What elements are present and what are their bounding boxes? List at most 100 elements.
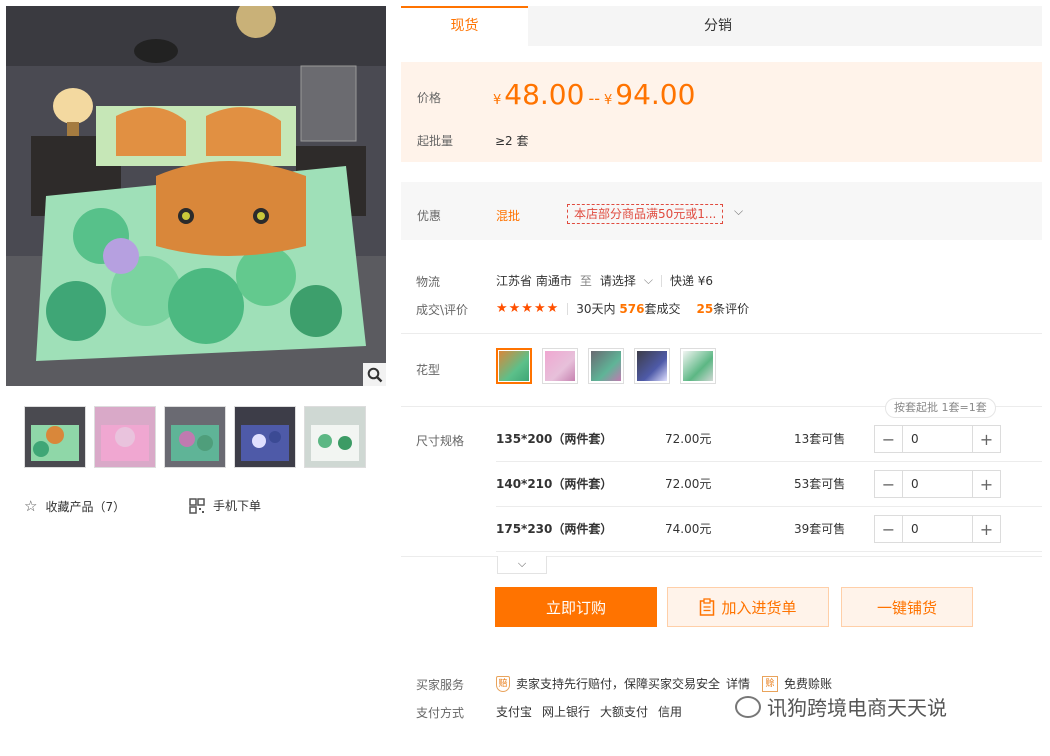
pattern-swatch-2[interactable] [542, 348, 578, 384]
sku-price: 72.00元 [665, 432, 712, 446]
quantity-input[interactable]: 0 [902, 471, 973, 497]
ship-to-word: 至 [579, 274, 592, 288]
quantity-stepper: − 0 + [874, 515, 1001, 543]
tab-distribution[interactable]: 分销 [528, 6, 1042, 46]
chevron-down-icon: ⌵ [517, 557, 527, 570]
guarantee-text: 卖家支持先行赔付，保障买家交易安全 [516, 677, 721, 691]
deals-text[interactable]: 30天内 576套成交 [576, 300, 680, 317]
shield-icon: 赔 [496, 675, 510, 692]
reviews-count: 25 [696, 302, 714, 316]
increment-button[interactable]: + [973, 516, 1000, 542]
quantity-stepper: − 0 + [874, 470, 1001, 498]
gallery-actions: ☆ 收藏产品（7） 手机下单 [24, 497, 384, 517]
logistics-line: 江苏省 南通市 至 请选择 ⌵ 快递 ¥6 [496, 272, 713, 289]
reviews-suffix: 条评价 [713, 302, 750, 316]
sku-name: 175*230（两件套） [496, 522, 613, 536]
chevron-down-icon[interactable]: ⌵ [734, 204, 743, 219]
increment-button[interactable]: + [973, 471, 1000, 497]
coupon-tag[interactable]: 本店部分商品满50元或1... [567, 204, 724, 224]
watermark: 讯狗跨境电商天天说 [735, 692, 947, 721]
decrement-button[interactable]: − [875, 471, 902, 497]
payment-large: 大额支付 [600, 705, 649, 719]
zoom-button[interactable] [363, 363, 386, 386]
rating-label: 成交\评价 [416, 303, 469, 317]
currency-symbol-low: ¥ [493, 93, 502, 108]
thumbnail-5[interactable] [304, 406, 366, 468]
thumbnail-3[interactable] [164, 406, 226, 468]
payment-methods: 支付宝 网上银行 大额支付 信用 [496, 703, 682, 720]
payment-online-bank: 网上银行 [542, 705, 591, 719]
thumbnail-4[interactable] [234, 406, 296, 468]
promotion-row: 优惠 混批 本店部分商品满50元或1... ⌵ [401, 182, 1042, 240]
favorite-label: 收藏产品（7） [45, 499, 126, 514]
purchase-mode-tabs: 现货 分销 [401, 6, 1042, 46]
magnifier-icon [367, 367, 382, 382]
product-photo [6, 6, 386, 386]
sku-row: 175*230（两件套） 74.00元 39套可售 − 0 + [496, 507, 1042, 552]
sku-stock: 39套可售 [794, 522, 846, 536]
quantity-stepper: − 0 + [874, 425, 1001, 453]
reviews-text[interactable]: 25条评价 [696, 300, 749, 317]
rating-line: ★★★★★ 30天内 576套成交 25条评价 [496, 300, 749, 317]
increment-button[interactable]: + [973, 426, 1000, 452]
pattern-label: 花型 [416, 363, 441, 377]
one-click-distribute-button[interactable]: 一键铺货 [841, 587, 973, 627]
deals-count: 576 [619, 302, 645, 316]
logistics-label: 物流 [416, 275, 441, 289]
price-range: ¥ 48.00 -- ¥ 94.00 [493, 78, 695, 111]
currency-symbol-high: ¥ [604, 93, 613, 108]
pattern-swatch-1[interactable] [496, 348, 532, 384]
expand-sizes-button[interactable]: ⌵ [497, 556, 547, 574]
chevron-down-icon[interactable]: ⌵ [644, 273, 653, 288]
thumbnail-1[interactable] [24, 406, 86, 468]
star-outline-icon: ☆ [24, 497, 38, 515]
decrement-button[interactable]: − [875, 516, 902, 542]
deals-suffix: 套成交 [644, 302, 681, 316]
thumbnail-2[interactable] [94, 406, 156, 468]
batch-rule-hint: 按套起批 1套=1套 [885, 398, 996, 418]
price-panel: 价格 ¥ 48.00 -- ¥ 94.00 起批量 ≥2 套 [401, 62, 1042, 162]
decrement-button[interactable]: − [875, 426, 902, 452]
wechat-icon [735, 695, 761, 718]
clipboard-icon [700, 598, 715, 616]
moq-label: 起批量 [417, 134, 454, 148]
favorite-button[interactable]: ☆ 收藏产品（7） [24, 497, 125, 515]
star-rating-icon: ★★★★★ [496, 301, 560, 316]
details-link[interactable]: 详情 [726, 675, 750, 692]
price-separator: -- [588, 89, 600, 108]
add-to-cart-button[interactable]: 加入进货单 [667, 587, 829, 627]
sku-price: 72.00元 [665, 477, 712, 491]
buyer-service-line: 赔 卖家支持先行赔付，保障买家交易安全 详情 赊 免费赊账 [496, 675, 832, 692]
watermark-text: 讯狗跨境电商天天说 [767, 696, 947, 720]
mobile-order-button[interactable]: 手机下单 [189, 497, 261, 514]
sku-stock: 53套可售 [794, 477, 846, 491]
pattern-swatch-4[interactable] [634, 348, 670, 384]
ship-from: 江苏省 南通市 [496, 274, 572, 288]
sku-price: 74.00元 [665, 522, 712, 536]
shipping-fee: 快递 ¥6 [669, 274, 714, 288]
credit-icon: 赊 [762, 675, 779, 692]
add-to-cart-label: 加入进货单 [721, 598, 797, 617]
mobile-order-label: 手机下单 [213, 499, 262, 513]
quantity-input[interactable]: 0 [902, 426, 973, 452]
destination-select[interactable]: 请选择 [600, 272, 636, 289]
price-label: 价格 [417, 91, 442, 105]
sku-row: 135*200（两件套） 72.00元 13套可售 − 0 + [496, 417, 1042, 462]
tab-spot[interactable]: 现货 [401, 6, 528, 46]
free-account-text[interactable]: 免费赊账 [784, 675, 832, 692]
buyer-service-label: 买家服务 [416, 678, 465, 692]
buy-now-button[interactable]: 立即订购 [495, 587, 657, 627]
sku-stock: 13套可售 [794, 432, 846, 446]
mixed-batch-label: 混批 [496, 209, 521, 223]
quantity-input[interactable]: 0 [902, 516, 973, 542]
sku-name: 135*200（两件套） [496, 432, 613, 446]
payment-credit: 信用 [658, 705, 683, 719]
deals-prefix: 30天内 [576, 302, 616, 316]
pattern-swatch-3[interactable] [588, 348, 624, 384]
promotion-label: 优惠 [417, 209, 442, 223]
pattern-swatch-5[interactable] [680, 348, 716, 384]
payment-alipay: 支付宝 [496, 705, 533, 719]
main-product-image[interactable] [6, 6, 386, 386]
price-low: 48.00 [504, 78, 585, 111]
divider [401, 333, 1042, 334]
